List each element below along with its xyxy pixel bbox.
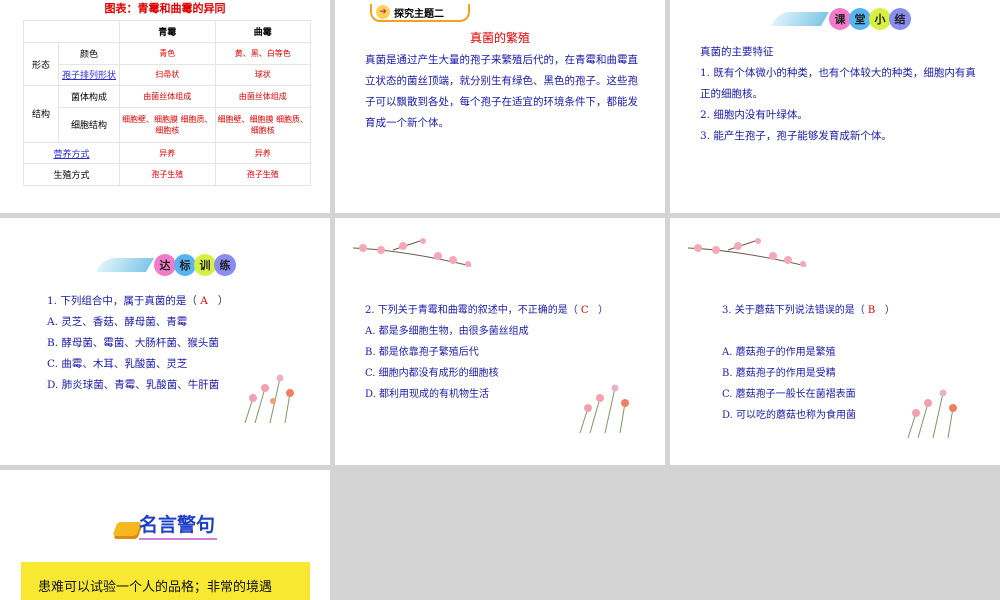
answer: A <box>200 295 208 307</box>
cell: 孢子生殖 <box>119 163 216 186</box>
option: B. 蘑菇孢子的作用是受精 <box>722 368 836 379</box>
summary-text: 真菌的主要特征 1. 既有个体微小的种类，也有个体较大的种类，细胞内有真正的细胞… <box>700 42 980 147</box>
question-stem: 3. 关于蘑菇下列说法错误的是（ B ） <box>722 300 982 321</box>
quote-text: 患难可以试验一个人的品格；非常的境遇 <box>38 580 273 595</box>
flowers-decoration <box>907 389 957 438</box>
row-label: 细胞结构 <box>58 106 120 143</box>
cell: 异养 <box>119 141 216 165</box>
badge-char: 标 <box>174 254 196 276</box>
badge-char: 训 <box>194 254 216 276</box>
row-label: 菌体构成 <box>58 85 120 108</box>
summary-line: 3. 能产生孢子，孢子能够发育成新个体。 <box>700 130 892 142</box>
slide-6[interactable]: 3. 关于蘑菇下列说法错误的是（ B ） A. 蘑菇孢子的作用是繁殖 B. 蘑菇… <box>670 218 1000 465</box>
slide-title: 真菌的繁殖 <box>469 31 530 45</box>
flowers-decoration <box>244 374 294 423</box>
group-struct: 结构 <box>23 85 59 143</box>
cell: 球状 <box>214 63 311 87</box>
header-qingmei: 青霉 <box>119 20 216 43</box>
summary-line: 2. 细胞内没有叶绿体。 <box>700 109 808 121</box>
paren: ） <box>217 295 229 307</box>
quote-box: 患难可以试验一个人的品格；非常的境遇 <box>21 562 310 600</box>
option: A. 蘑菇孢子的作用是繁殖 <box>722 347 836 358</box>
paren: ） <box>884 305 895 316</box>
cell: 黄、黑、白等色 <box>214 42 311 65</box>
topic-tag-label: 探究主题二 <box>394 8 444 20</box>
group-morph: 形态 <box>23 41 59 87</box>
summary-line: 真菌的主要特征 <box>700 46 774 58</box>
topic-tag: ➜ 探究主题二 <box>370 4 470 22</box>
header-qumei: 曲霉 <box>214 20 311 43</box>
badge-char: 结 <box>889 8 911 30</box>
books-icon <box>112 522 142 536</box>
answer: C <box>580 305 589 316</box>
summary-badge: 课堂小结 <box>770 8 911 30</box>
question-text: 3. 关于蘑菇下列说法错误的是（ <box>722 305 865 316</box>
slide-5[interactable]: 2. 下列关于青霉和曲霉的叙述中，不正确的是（ C ） A. 都是多细胞生物，由… <box>335 218 665 465</box>
question-stem: 1. 下列组合中，属于真菌的是（ A ） <box>47 291 317 312</box>
cell: 细胞壁、细胞膜 细胞质、细胞核 <box>214 106 311 143</box>
slide-3[interactable]: 课堂小结 真菌的主要特征 1. 既有个体微小的种类，也有个体较大的种类，细胞内有… <box>670 0 1000 213</box>
badge-char: 练 <box>214 254 236 276</box>
row-label: 生殖方式 <box>23 163 120 186</box>
body-text: 真菌是通过产生大量的孢子来繁殖后代的，在青霉和曲霉直立状态的菌丝顶端，就分别生有… <box>365 54 638 129</box>
comparison-table: 青霉 曲霉 形态 颜色 青色 黄、黑、白等色 孢子排列形状 扫帚状 球状 结构 菌体构成 由菌丝… <box>23 20 311 186</box>
table-title: 图表：青霉和曲霉的异同 <box>104 2 226 15</box>
blossom-decoration <box>353 238 472 267</box>
paren: ） <box>598 305 609 316</box>
cell: 细胞壁、细胞膜 细胞质、细胞核 <box>119 106 216 143</box>
option: A. 都是多细胞生物，由很多菌丝组成 <box>365 326 529 337</box>
quote-heading: 名言警句 <box>139 512 218 540</box>
badge-char: 达 <box>154 254 176 276</box>
question-stem: 2. 下列关于青霉和曲霉的叙述中，不正确的是（ C ） <box>365 300 655 321</box>
practice-badge: 达标训练 <box>95 254 236 276</box>
option: B. 酵母菌、霉菌、大肠杆菌、猴头菌 <box>47 337 219 349</box>
blossom-decoration <box>688 238 807 267</box>
slide-2[interactable]: ➜ 探究主题二 真菌的繁殖 真菌是通过产生大量的孢子来繁殖后代的，在青霉和曲霉直… <box>335 0 665 213</box>
cell: 孢子生殖 <box>214 163 311 186</box>
option: A. 灵芝、香菇、酵母菌、青霉 <box>47 316 188 328</box>
slide-1[interactable]: 图表：青霉和曲霉的异同 青霉 曲霉 形态 颜色 青色 黄、黑、白等色 孢子排列形状 扫帚状… <box>0 0 330 213</box>
badge-char: 堂 <box>849 8 871 30</box>
option: B. 都是依靠孢子繁殖后代 <box>365 347 479 358</box>
question-text: 2. 下列关于青霉和曲霉的叙述中，不正确的是（ <box>365 305 578 316</box>
question-text: 1. 下列组合中，属于真菌的是（ <box>47 295 197 307</box>
cell: 青色 <box>119 42 216 65</box>
cell: 异养 <box>214 141 311 165</box>
cell: 扫帚状 <box>119 63 216 87</box>
option: C. 细胞内都没有成形的细胞核 <box>365 368 499 379</box>
row-label-link[interactable]: 营养方式 <box>23 141 120 165</box>
slide-4[interactable]: 达标训练 1. 下列组合中，属于真菌的是（ A ） A. 灵芝、香菇、酵母菌、青… <box>0 218 330 465</box>
badge-char: 课 <box>829 8 851 30</box>
option: C. 曲霉、木耳、乳酸菌、灵芝 <box>47 358 188 370</box>
badge-char: 小 <box>869 8 891 30</box>
row-label: 颜色 <box>58 42 120 65</box>
cell: 由菌丝体组成 <box>119 85 216 108</box>
arrow-icon: ➜ <box>376 5 390 19</box>
answer: B <box>867 305 876 316</box>
cell: 由菌丝体组成 <box>214 85 311 108</box>
flowers-decoration <box>579 384 629 433</box>
book-icon <box>95 258 155 272</box>
row-label-link[interactable]: 孢子排列形状 <box>58 63 120 87</box>
summary-line: 1. 既有个体微小的种类，也有个体较大的种类，细胞内有真正的细胞核。 <box>700 67 976 100</box>
book-icon <box>770 12 830 26</box>
slide-7[interactable]: 名言警句 患难可以试验一个人的品格；非常的境遇 <box>0 470 330 600</box>
